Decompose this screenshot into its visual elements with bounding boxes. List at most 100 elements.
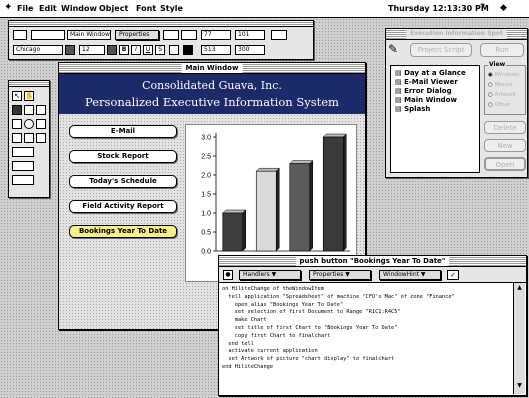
script-titlebar[interactable]: push button "Bookings Year To Date" <box>219 256 526 267</box>
record-icon[interactable]: ● <box>223 270 233 280</box>
y-tick-label: 3.0 <box>201 135 211 142</box>
underline-button[interactable]: U <box>143 45 153 55</box>
coord-left-field[interactable]: 77 <box>201 30 231 40</box>
properties-popup[interactable]: Properties <box>115 30 159 40</box>
font-popup[interactable]: Chicago <box>13 45 63 55</box>
rect-tool-icon[interactable] <box>12 147 34 157</box>
execution-titlebar[interactable]: Execution Information Spot <box>386 29 527 40</box>
palette-titlebar[interactable] <box>9 81 49 87</box>
window-label: WindowHint <box>383 271 419 278</box>
bar <box>322 136 344 252</box>
list-item[interactable]: ▤ Day at a Glance <box>395 69 466 77</box>
delete-button[interactable]: Delete <box>484 121 526 134</box>
toolbar-titlebar[interactable] <box>9 21 313 27</box>
system-subtitle: Personalized Executive Information Syste… <box>85 95 339 109</box>
email-button[interactable]: E-Mail <box>69 125 177 138</box>
radio-tool-icon[interactable] <box>24 119 34 129</box>
line-tool-icon[interactable] <box>12 175 34 185</box>
hand-tool-icon[interactable]: ✋ <box>24 91 34 101</box>
size-icon[interactable] <box>271 30 287 40</box>
bookings-year-to-date-button[interactable]: Bookings Year To Date <box>69 225 177 238</box>
radio-label: Menus <box>494 82 513 88</box>
script-icon[interactable]: ✎ <box>388 42 404 58</box>
size-field[interactable]: 12 <box>79 45 105 55</box>
bar-top <box>255 167 280 172</box>
y-tick-label: 2.0 <box>201 173 211 180</box>
open-button[interactable]: Open <box>484 157 526 171</box>
list-item[interactable]: ▤ Error Dialog <box>395 87 452 95</box>
view-radio-artwork[interactable]: ○ Artwork <box>488 92 516 98</box>
help-icon[interactable]: ? <box>480 3 485 13</box>
execution-title: Execution Information Spot <box>406 29 507 39</box>
handlers-popup[interactable]: Handlers ▼ <box>239 270 301 280</box>
main-window-titlebar[interactable]: Main Window <box>59 63 365 74</box>
coord-top-field[interactable]: 101 <box>235 30 265 40</box>
menu-style[interactable]: Style <box>160 4 183 13</box>
view-radio-windows[interactable]: ◉ Windows <box>488 72 519 78</box>
align-icon[interactable] <box>163 30 179 40</box>
popup-tool-icon[interactable] <box>36 105 46 115</box>
coord-width-field[interactable]: 513 <box>201 45 231 55</box>
fill-icon[interactable] <box>169 45 179 55</box>
group-icon[interactable] <box>181 30 197 40</box>
list-tool-icon[interactable] <box>12 119 22 129</box>
field-tool-icon[interactable] <box>24 105 34 115</box>
font-arrow-icon[interactable] <box>65 45 75 55</box>
checkbox-tool-icon[interactable] <box>36 119 46 129</box>
radio-label: Other <box>494 102 511 108</box>
bar-top <box>222 209 247 214</box>
project-script-button[interactable]: Project Script <box>410 43 472 57</box>
stock-report-button[interactable]: Stock Report <box>69 150 177 163</box>
italic-button[interactable]: I <box>131 45 141 55</box>
run-button[interactable]: Run <box>480 43 524 57</box>
object-list[interactable]: ▤ Day at a Glance ▤ E-Mail Viewer ▤ Erro… <box>390 65 480 173</box>
menu-file[interactable]: File <box>17 4 33 13</box>
todays-schedule-button[interactable]: Today's Schedule <box>69 175 177 188</box>
menu-window[interactable]: Window <box>61 4 97 13</box>
code-line: open alias "Bookings Year To Date" <box>222 301 344 308</box>
application-menu-icon[interactable]: ◆ <box>500 3 507 13</box>
arrow-tool-icon[interactable]: ↖ <box>12 91 22 101</box>
text-tool-icon[interactable] <box>24 133 34 143</box>
list-item[interactable]: ▤ Main Window <box>395 96 457 104</box>
apple-menu-icon[interactable]: ✦ <box>4 2 12 13</box>
y-tick-label: 1.5 <box>201 192 211 199</box>
scroll-up-icon[interactable]: ▲ <box>515 284 524 293</box>
shadow-button[interactable]: S <box>155 45 165 55</box>
scroll-down-icon[interactable]: ▼ <box>515 382 524 391</box>
code-line: end HiliteChange <box>222 363 274 370</box>
check-syntax-icon[interactable]: ✓ <box>447 270 459 280</box>
menu-font[interactable]: Font <box>136 4 156 13</box>
size-arrow-icon[interactable] <box>107 45 117 55</box>
script-title: push button "Bookings Year To Date" <box>295 256 450 266</box>
view-radio-other[interactable]: ○ Other <box>488 102 510 108</box>
code-line: set selection of first Document to Range… <box>222 309 401 316</box>
radio-label: Artwork <box>494 92 517 98</box>
layer-blank-field[interactable] <box>31 30 65 40</box>
code-line: set Artwork of picture "chart display" t… <box>222 356 395 363</box>
bar-side <box>309 159 313 252</box>
picture-tool-icon[interactable] <box>12 133 22 143</box>
vertical-scrollbar[interactable]: ▲ ▼ <box>513 283 525 394</box>
field-activity-report-button[interactable]: Field Activity Report <box>69 200 177 213</box>
menu-object[interactable]: Object <box>99 4 128 13</box>
y-tick-label: 0.0 <box>201 249 211 256</box>
list-item-label: Error Dialog <box>404 87 452 95</box>
list-item[interactable]: ▤ Splash <box>395 105 430 113</box>
script-editor[interactable]: on HiliteChange of theWindowItem tell ap… <box>222 286 510 386</box>
view-radio-menus[interactable]: ○ Menus <box>488 82 513 88</box>
bold-button[interactable]: B <box>119 45 129 55</box>
scroll-tool-icon[interactable] <box>36 133 46 143</box>
pen-color-icon[interactable] <box>183 45 193 55</box>
bar-side <box>343 133 347 252</box>
layer-popup[interactable]: Main Window <box>67 30 111 40</box>
button-tool-icon[interactable] <box>12 105 22 115</box>
coord-height-field[interactable]: 300 <box>235 45 265 55</box>
layer-icon[interactable] <box>13 30 27 40</box>
properties-popup[interactable]: Properties ▼ <box>309 270 371 280</box>
group-tool-icon[interactable] <box>12 161 34 171</box>
list-item[interactable]: ▤ E-Mail Viewer <box>395 78 458 86</box>
menu-edit[interactable]: Edit <box>39 4 57 13</box>
new-button[interactable]: New <box>484 139 526 152</box>
window-popup[interactable]: WindowHint ▼ <box>379 270 441 280</box>
